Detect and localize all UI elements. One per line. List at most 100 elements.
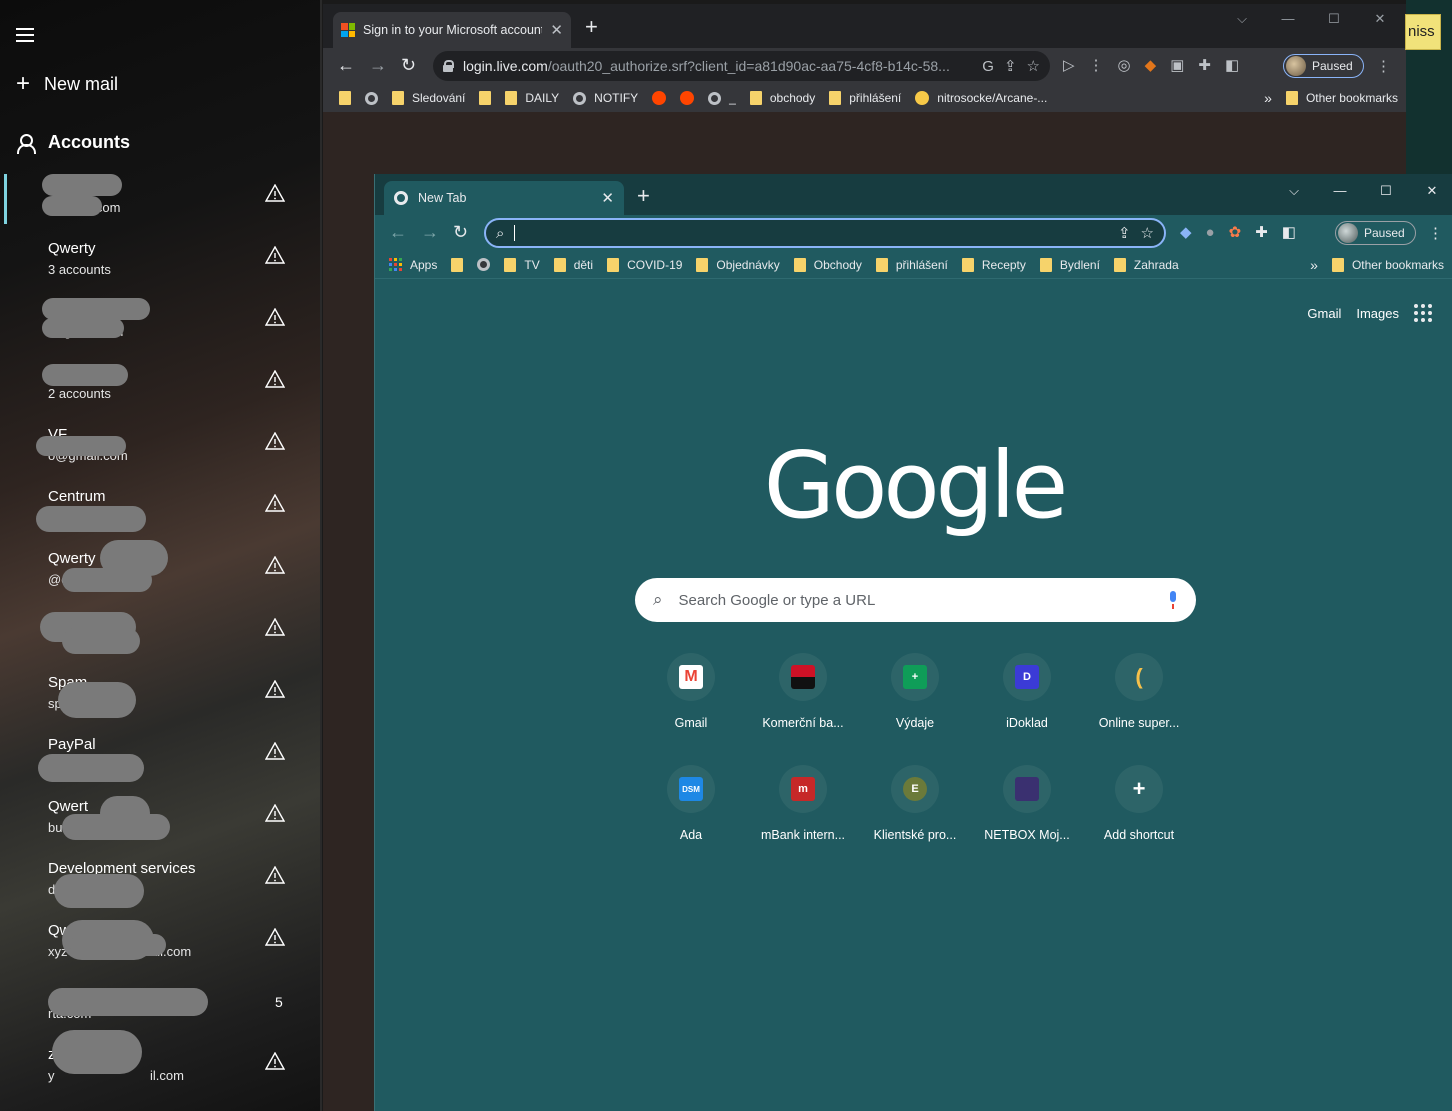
chrome-menu-icon[interactable]: ⋮ xyxy=(1428,224,1443,242)
account-item[interactable]: Development services d xyxy=(0,850,322,912)
shortcut-tile[interactable]: Komerční ba... xyxy=(747,653,859,763)
bookmark-item[interactable]: děti xyxy=(553,257,594,272)
extension-glasses-icon[interactable]: ◎ xyxy=(1118,56,1131,74)
shortcut-tile[interactable]: DSM Ada xyxy=(635,765,747,875)
hamburger-menu-icon[interactable] xyxy=(16,28,34,42)
bookmarks-overflow-icon[interactable]: » xyxy=(1264,90,1272,106)
extension-diamond-icon[interactable]: ◆ xyxy=(1180,223,1192,241)
reload-icon[interactable]: ↻ xyxy=(401,55,416,76)
maximize-icon[interactable]: ☐ xyxy=(1363,176,1409,208)
dismiss-button[interactable]: niss xyxy=(1405,14,1441,50)
accounts-heading[interactable]: Accounts xyxy=(16,132,130,154)
new-tab-button[interactable]: + xyxy=(637,183,650,209)
bookmark-item[interactable] xyxy=(365,91,378,105)
bookmark-item[interactable]: Obchody xyxy=(793,257,862,272)
bookmark-item[interactable] xyxy=(477,258,491,271)
back-icon[interactable]: ← xyxy=(337,55,355,76)
account-item[interactable]: Qwerty 3 accounts xyxy=(0,230,322,292)
extension-play-icon[interactable]: ▷ xyxy=(1063,56,1075,74)
bookmark-item[interactable] xyxy=(680,91,695,105)
side-panel-icon[interactable]: ◧ xyxy=(1225,56,1239,74)
avatar xyxy=(1286,56,1306,76)
shortcut-tile[interactable]: + Add shortcut xyxy=(1083,765,1195,875)
bookmark-star-icon[interactable]: ☆ xyxy=(1027,57,1040,75)
share-icon[interactable]: ⇪ xyxy=(1118,224,1131,242)
bookmark-item[interactable]: obchody xyxy=(749,91,815,105)
tab-new-tab[interactable]: New Tab ✕ xyxy=(384,181,624,215)
side-panel-icon[interactable]: ◧ xyxy=(1282,223,1296,241)
profile-button[interactable]: Paused xyxy=(1335,221,1416,245)
search-box[interactable]: ⌕ Search Google or type a URL xyxy=(635,578,1196,622)
bookmark-item[interactable]: COVID-19 xyxy=(607,257,682,272)
bookmark-star-icon[interactable]: ☆ xyxy=(1141,224,1154,242)
new-tab-button[interactable]: + xyxy=(585,14,598,40)
bookmarks-overflow-icon[interactable]: » xyxy=(1310,257,1318,273)
bookmark-item[interactable] xyxy=(652,91,667,105)
shortcut-tile[interactable]: + Výdaje xyxy=(859,653,971,763)
forward-icon[interactable]: → xyxy=(369,55,387,76)
bookmark-item[interactable]: TV xyxy=(504,257,540,272)
new-mail-button[interactable]: + New mail xyxy=(16,72,118,96)
bookmark-item[interactable] xyxy=(339,91,351,105)
account-item[interactable]: Spam sp xyxy=(0,664,322,726)
shortcut-tile[interactable]: DiDoklad xyxy=(971,653,1083,763)
close-window-icon[interactable]: ✕ xyxy=(1409,176,1452,208)
address-bar[interactable]: login.live.com/oauth20_authorize.srf?cli… xyxy=(433,51,1050,81)
tab-search-icon[interactable]: ⌵ xyxy=(1219,4,1265,36)
bookmark-item[interactable]: přihlášení xyxy=(829,91,901,105)
bookmark-item[interactable] xyxy=(451,257,464,272)
redaction-blot xyxy=(42,298,150,320)
google-lens-icon[interactable]: G xyxy=(982,58,994,75)
google-apps-icon[interactable] xyxy=(1414,304,1432,322)
bookmark-item[interactable]: NOTIFY xyxy=(573,91,638,105)
bookmark-item[interactable]: Bydlení xyxy=(1039,257,1100,272)
tab-search-icon[interactable]: ⌵ xyxy=(1271,176,1317,208)
bookmark-item[interactable] xyxy=(479,91,492,105)
close-tab-icon[interactable]: ✕ xyxy=(601,189,614,207)
maximize-icon[interactable]: ☐ xyxy=(1311,4,1357,36)
account-item[interactable]: zyil.com xyxy=(0,1036,322,1098)
shortcut-tile[interactable]: M Gmail xyxy=(635,653,747,763)
tab-signin[interactable]: Sign in to your Microsoft account ✕ xyxy=(333,12,571,48)
bookmark-item[interactable]: Sledování xyxy=(392,91,465,105)
gmail-link[interactable]: Gmail xyxy=(1307,306,1341,321)
extension-status-icon[interactable]: ● xyxy=(1206,224,1215,241)
profile-button[interactable]: Paused xyxy=(1283,54,1364,78)
extensions-puzzle-icon[interactable]: ✚ xyxy=(1198,56,1211,74)
close-window-icon[interactable]: ✕ xyxy=(1357,4,1403,36)
shortcut-circle: ( xyxy=(1115,653,1163,701)
shortcut-label: NETBOX Moj... xyxy=(984,828,1070,842)
shortcut-tile[interactable]: m mBank intern... xyxy=(747,765,859,875)
chrome-menu-icon[interactable]: ⋮ xyxy=(1376,57,1391,75)
close-tab-icon[interactable]: ✕ xyxy=(550,21,563,39)
microphone-icon[interactable] xyxy=(1168,591,1178,609)
share-icon[interactable]: ⇪ xyxy=(1004,57,1017,75)
bookmark-item[interactable]: Apps xyxy=(389,258,437,272)
shortcut-tile[interactable]: E Klientské pro... xyxy=(859,765,971,875)
bookmark-item[interactable]: nitrosocke/Arcane-... xyxy=(915,91,1047,105)
extension-counter-icon[interactable]: ⋮ xyxy=(1089,56,1104,74)
avatar xyxy=(1338,223,1358,243)
shortcut-tile[interactable]: NETBOX Moj... xyxy=(971,765,1083,875)
extensions-puzzle-icon[interactable]: ✚ xyxy=(1255,223,1268,241)
bookmark-item[interactable]: Zahrada xyxy=(1113,257,1179,272)
bookmark-item[interactable]: přihlášení xyxy=(875,257,948,272)
forward-icon[interactable]: → xyxy=(421,222,439,243)
extension-cat-icon[interactable]: ✿ xyxy=(1229,223,1242,241)
bookmark-label: děti xyxy=(573,257,594,272)
bookmark-item[interactable]: Objednávky xyxy=(696,257,780,272)
other-bookmarks[interactable]: Other bookmarks xyxy=(1285,91,1398,105)
minimize-icon[interactable]: — xyxy=(1317,176,1363,208)
extension-oo-icon[interactable]: ▣ xyxy=(1170,56,1184,74)
reload-icon[interactable]: ↻ xyxy=(453,222,468,243)
images-link[interactable]: Images xyxy=(1356,306,1399,321)
address-bar[interactable]: ⌕ ⇪ ☆ xyxy=(484,218,1166,248)
bookmark-item[interactable]: _ xyxy=(708,91,736,105)
shortcut-tile[interactable]: (Online super... xyxy=(1083,653,1195,763)
minimize-icon[interactable]: — xyxy=(1265,4,1311,36)
bookmark-item[interactable]: DAILY xyxy=(505,91,559,105)
back-icon[interactable]: ← xyxy=(389,222,407,243)
other-bookmarks[interactable]: Other bookmarks xyxy=(1331,257,1444,272)
metamask-icon[interactable]: ◆ xyxy=(1145,56,1157,74)
bookmark-item[interactable]: Recepty xyxy=(961,257,1026,272)
